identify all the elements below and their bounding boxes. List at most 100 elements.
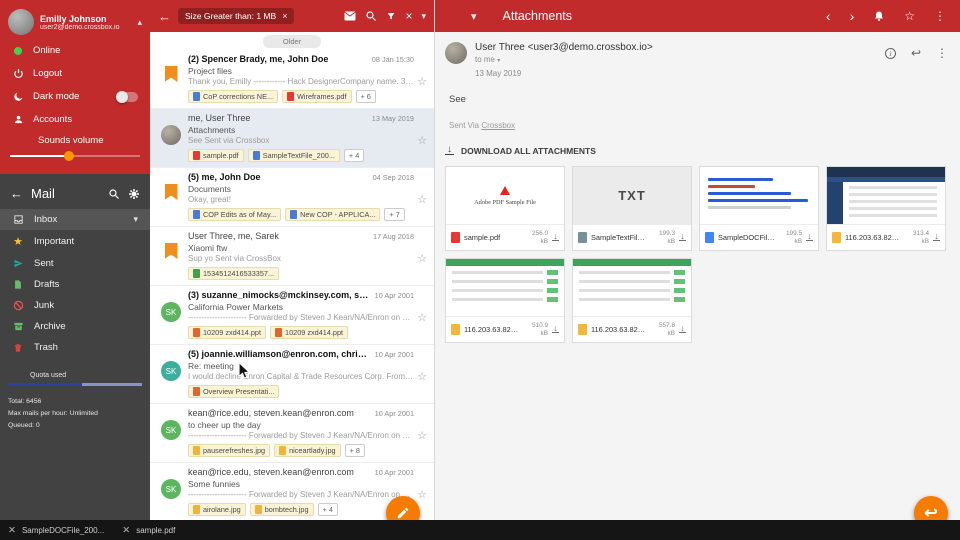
slider-thumb[interactable] xyxy=(64,151,74,161)
attachment-chip[interactable]: 10209 zxd414.ppt xyxy=(188,326,266,339)
email-list-item[interactable]: (2) Spencer Brady, me, John Doe 08 Jan 1… xyxy=(150,50,434,109)
attachment-chip[interactable]: CoP corrections NE... xyxy=(188,90,278,103)
email-list-item[interactable]: (5) me, John Doe 04 Sep 2018 Documents O… xyxy=(150,168,434,227)
sidebar: Emilly Johnson user2@demo.crossbox.io ▴ … xyxy=(0,0,150,540)
more-attachments-chip[interactable]: + 7 xyxy=(384,208,404,221)
gear-icon[interactable] xyxy=(128,188,140,200)
dark-mode-toggle[interactable] xyxy=(116,92,138,102)
close-icon[interactable]: ✕ xyxy=(122,525,130,536)
email-list-item[interactable]: SK (3) suzanne_nimocks@mckinsey.com, sus… xyxy=(150,286,434,345)
sidebar-account-section: Emilly Johnson user2@demo.crossbox.io ▴ … xyxy=(0,0,150,174)
email-list-item[interactable]: User Three, me, Sarek 17 Aug 2018 Xiaomi… xyxy=(150,227,434,286)
attachment-size: 313.4 kB xyxy=(906,230,929,246)
email-list-item[interactable]: me, User Three 13 May 2019 Attachments S… xyxy=(150,109,434,168)
download-icon[interactable]: ↓ xyxy=(933,234,940,242)
star-toggle-icon[interactable]: ☆ xyxy=(417,311,427,324)
attachment-chip[interactable]: bombtech.jpg xyxy=(250,503,314,516)
remove-filter-icon[interactable]: × xyxy=(282,11,287,21)
back-icon[interactable]: ← xyxy=(10,186,23,201)
attachment-card[interactable]: SampleDOCFile_... 199.5 kB ↓ xyxy=(699,166,819,251)
star-toggle-icon[interactable]: ☆ xyxy=(417,370,427,383)
info-icon[interactable]: i xyxy=(885,48,896,59)
sidebar-item-important[interactable]: ★ Important xyxy=(0,230,150,253)
attachment-card[interactable]: TXT SampleTextFile_20... 199.3 kB ↓ xyxy=(572,166,692,251)
bell-icon[interactable] xyxy=(873,10,885,22)
menu-item-online[interactable]: Online xyxy=(0,39,150,62)
screenshot-row xyxy=(452,297,558,302)
close-icon[interactable]: × xyxy=(405,9,412,23)
star-toggle-icon[interactable]: ☆ xyxy=(417,193,427,206)
sidebar-item-drafts[interactable]: Drafts xyxy=(0,274,150,295)
back-icon[interactable]: ← xyxy=(158,9,171,24)
filter-icon[interactable] xyxy=(386,11,396,22)
download-icon[interactable]: ↓ xyxy=(806,234,813,242)
attachment-chip[interactable]: sample.pdf xyxy=(188,149,244,162)
star-toggle-icon[interactable]: ☆ xyxy=(417,75,427,88)
filter-chip[interactable]: Size Greater than: 1 MB × xyxy=(178,8,294,24)
attachment-chip[interactable]: 1534512416533357... xyxy=(188,267,279,280)
attachment-chip[interactable]: 10209 zxd414.ppt xyxy=(270,326,348,339)
attachment-card[interactable]: 116.203.63.82_5... 510.9 kB ↓ xyxy=(445,258,565,343)
download-bar-item[interactable]: ✕ sample.pdf xyxy=(122,525,175,536)
collapse-thread-icon[interactable]: ▾ xyxy=(471,10,477,23)
star-toggle-icon[interactable]: ☆ xyxy=(417,488,427,501)
download-icon[interactable]: ↓ xyxy=(552,234,559,242)
search-icon[interactable] xyxy=(108,188,120,200)
crossbox-link[interactable]: Crossbox xyxy=(481,121,515,130)
previous-email-icon[interactable]: ‹ xyxy=(826,9,831,23)
chevron-down-icon[interactable]: ▾ xyxy=(421,11,426,22)
star-email-icon[interactable]: ☆ xyxy=(904,9,915,23)
stat-max-mails: Max mails per hour: Unlimited xyxy=(8,408,142,420)
attachment-chip[interactable]: Wireframes.pdf xyxy=(282,90,351,103)
download-all-attachments[interactable]: ↓ DOWNLOAD ALL ATTACHMENTS xyxy=(435,130,960,164)
star-toggle-icon[interactable]: ☆ xyxy=(417,252,427,265)
profile-collapse-icon[interactable]: ▴ xyxy=(137,17,142,28)
next-email-icon[interactable]: › xyxy=(850,9,855,23)
more-options-icon[interactable]: ⋮ xyxy=(934,9,946,23)
star-toggle-icon[interactable]: ☆ xyxy=(417,429,427,442)
download-icon[interactable]: ↓ xyxy=(679,234,686,242)
download-icon[interactable]: ↓ xyxy=(679,326,686,334)
menu-item-darkmode[interactable]: Dark mode xyxy=(0,85,150,108)
email-snippet: ---------------------- Forwarded by Stev… xyxy=(188,431,414,440)
sidebar-item-archive[interactable]: Archive xyxy=(0,316,150,337)
more-attachments-chip[interactable]: + 6 xyxy=(356,90,376,103)
attachment-chip[interactable]: niceartlady.jpg xyxy=(274,444,341,457)
download-file-name: SampleDOCFile_200... xyxy=(22,526,104,535)
attachment-chip[interactable]: airolane.jpg xyxy=(188,503,246,516)
message-more-icon[interactable]: ⋮ xyxy=(936,46,948,60)
email-list-item[interactable]: SK kean@rice.edu, steven.kean@enron.com … xyxy=(150,404,434,463)
attachment-chip[interactable]: pauserefreshes.jpg xyxy=(188,444,270,457)
attachment-chip[interactable]: COP Edits as of May... xyxy=(188,208,281,221)
download-icon[interactable]: ↓ xyxy=(552,326,559,334)
chevron-down-icon[interactable]: ▾ xyxy=(133,214,138,225)
email-list-item[interactable]: SK (5) joannie.williamson@enron.com, chr… xyxy=(150,345,434,404)
attachment-chip[interactable]: Overview Presentati... xyxy=(188,385,279,398)
pencil-icon xyxy=(396,506,410,520)
attachment-card[interactable]: 116.203.63.82_5... 313.4 kB ↓ xyxy=(826,166,946,251)
sidebar-item-junk[interactable]: Junk xyxy=(0,295,150,316)
more-attachments-chip[interactable]: + 4 xyxy=(344,149,364,162)
download-bar-item[interactable]: ✕ SampleDOCFile_200... xyxy=(8,525,104,536)
sidebar-item-sent[interactable]: Sent xyxy=(0,253,150,274)
sidebar-item-inbox[interactable]: Inbox ▾ xyxy=(0,209,150,230)
attachment-card[interactable]: Adobe PDF Sample File sample.pdf 256.0 k… xyxy=(445,166,565,251)
sidebar-item-trash[interactable]: Trash xyxy=(0,337,150,358)
mark-read-icon[interactable] xyxy=(344,11,356,21)
search-icon[interactable] xyxy=(365,10,377,22)
menu-item-accounts[interactable]: Accounts xyxy=(0,108,150,131)
attachment-card[interactable]: 116.203.63.82_5... 557.8 kB ↓ xyxy=(572,258,692,343)
more-attachments-chip[interactable]: + 8 xyxy=(345,444,365,457)
menu-item-logout[interactable]: Logout xyxy=(0,62,150,85)
star-toggle-icon[interactable]: ☆ xyxy=(417,134,427,147)
more-attachments-chip[interactable]: + 4 xyxy=(318,503,338,516)
reply-icon[interactable]: ↩ xyxy=(911,46,921,60)
download-all-label: DOWNLOAD ALL ATTACHMENTS xyxy=(461,146,596,156)
email-senders: (2) Spencer Brady, me, John Doe xyxy=(188,54,366,64)
attachment-chip[interactable]: New COP - APPLICA... xyxy=(285,208,380,221)
message-to[interactable]: to me ▾ xyxy=(475,55,653,64)
close-icon[interactable]: ✕ xyxy=(8,525,16,536)
attachment-chip[interactable]: SampleTextFile_200... xyxy=(248,149,340,162)
sounds-volume-slider[interactable] xyxy=(10,150,140,162)
profile-card[interactable]: Emilly Johnson user2@demo.crossbox.io ▴ xyxy=(0,5,150,39)
